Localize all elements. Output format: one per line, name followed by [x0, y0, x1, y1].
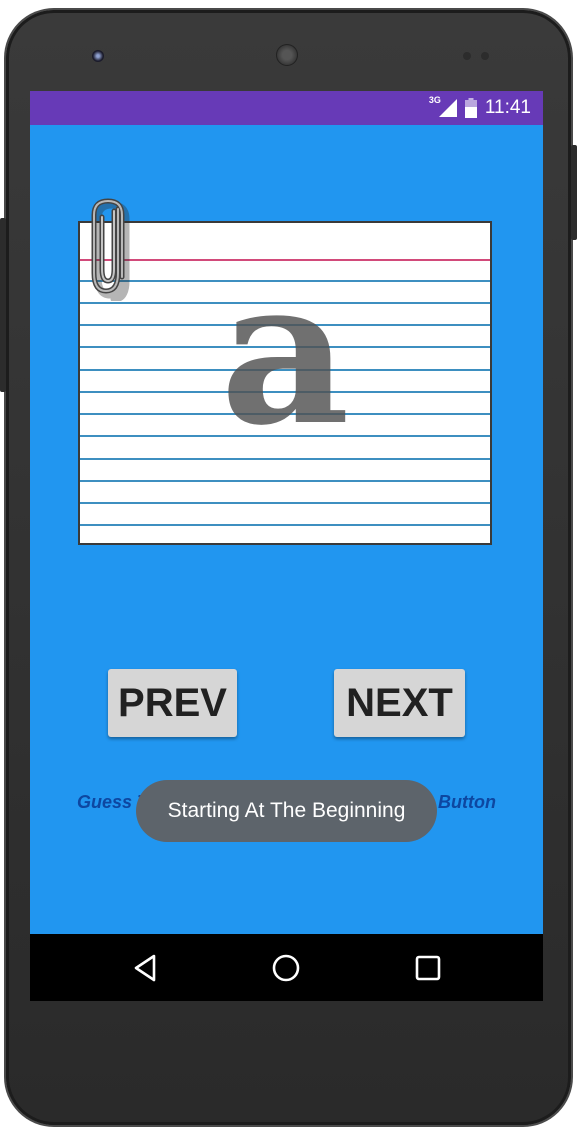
- toast-message: Starting At The Beginning: [136, 780, 437, 842]
- card-rule-line: [80, 480, 490, 482]
- home-icon: [272, 954, 300, 982]
- battery-icon: [464, 98, 477, 118]
- network-type-label: 3G: [428, 95, 441, 105]
- recents-icon: [415, 955, 441, 981]
- earpiece-speaker: [276, 44, 298, 66]
- app-screen: 3G 11:41 a PREV NEXT Guess Button Starti…: [30, 91, 543, 1001]
- prev-button[interactable]: PREV: [108, 669, 237, 737]
- navigation-bar: [30, 934, 543, 1001]
- nav-recents-button[interactable]: [408, 948, 448, 988]
- signal-icon: [438, 99, 457, 117]
- phone-frame: 3G 11:41 a PREV NEXT Guess Button Starti…: [0, 0, 577, 1135]
- flashcard: a: [78, 221, 492, 545]
- nav-back-button[interactable]: [125, 948, 165, 988]
- proximity-sensor: [463, 52, 471, 60]
- front-camera: [92, 50, 104, 62]
- status-icons: 3G 11:41: [429, 91, 531, 125]
- paperclip-icon: [91, 198, 130, 301]
- volume-button: [0, 218, 6, 392]
- card-rule-line: [80, 502, 490, 504]
- card-rule-line: [80, 524, 490, 526]
- nav-home-button[interactable]: [266, 948, 306, 988]
- back-icon: [134, 954, 156, 982]
- next-button[interactable]: NEXT: [334, 669, 465, 737]
- power-button: [571, 145, 577, 240]
- light-sensor: [481, 52, 489, 60]
- status-bar: 3G 11:41: [30, 91, 543, 125]
- flashcard-letter: a: [220, 235, 350, 470]
- status-time: 11:41: [484, 97, 531, 118]
